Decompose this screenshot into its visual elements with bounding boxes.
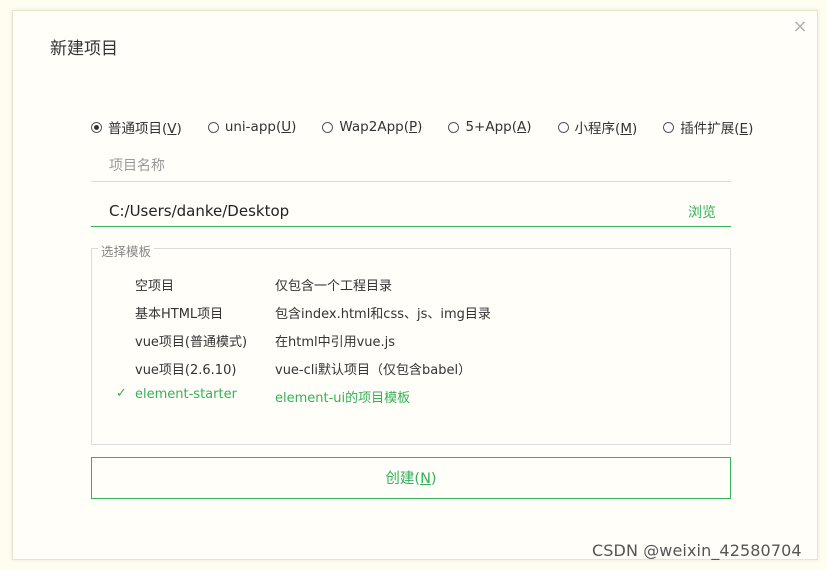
template-item-element-starter[interactable]: ✓ element-starter element-ui的项目模板: [92, 382, 730, 408]
radio-button-icon[interactable]: [557, 121, 569, 133]
radio-label: 5+App(A): [465, 119, 532, 135]
template-name: 基本HTML项目: [135, 307, 224, 322]
template-item-basic-html[interactable]: 基本HTML项目 包含index.html和css、js、img目录: [92, 298, 730, 324]
radio-wap2app[interactable]: Wap2App(P): [322, 119, 422, 135]
new-project-dialog: 新建项目 × 普通项目(V) uni-app(U) Wap2App(P) 5+A…: [12, 10, 818, 560]
template-desc: element-ui的项目模板: [275, 391, 411, 406]
radio-label: uni-app(U): [224, 119, 297, 135]
radio-label: 插件扩展(E): [680, 121, 754, 137]
radio-label: Wap2App(P): [339, 119, 423, 135]
create-button[interactable]: 创建(N): [91, 457, 731, 499]
template-name: 空项目: [135, 279, 175, 294]
radio-label: 小程序(M): [574, 121, 638, 137]
dialog-title: 新建项目: [50, 39, 118, 59]
radio-button-icon[interactable]: [322, 121, 334, 133]
template-selector: 选择模板 空项目 仅包含一个工程目录 基本HTML项目 包含index.html…: [91, 241, 731, 445]
radio-plugin-extension[interactable]: 插件扩展(E): [663, 117, 753, 137]
radio-button-icon[interactable]: [663, 121, 675, 133]
template-desc: 仅包含一个工程目录: [275, 279, 393, 294]
template-name: element-starter: [135, 387, 237, 402]
close-icon[interactable]: ×: [791, 18, 809, 36]
template-legend: 选择模板: [98, 241, 155, 260]
radio-normal-project[interactable]: 普通项目(V): [91, 117, 182, 137]
project-name-input[interactable]: [91, 151, 731, 182]
project-type-group: 普通项目(V) uni-app(U) Wap2App(P) 5+App(A) 小…: [91, 117, 753, 137]
template-item-empty[interactable]: 空项目 仅包含一个工程目录: [92, 270, 730, 296]
radio-button-icon[interactable]: [91, 121, 102, 133]
template-name: vue项目(普通模式): [135, 335, 248, 350]
template-desc: 在html中引用vue.js: [275, 335, 396, 350]
radio-mini-program[interactable]: 小程序(M): [557, 117, 638, 137]
watermark: CSDN @weixin_42580704: [592, 541, 802, 560]
radio-label: 普通项目(V): [108, 121, 182, 137]
template-item-vue-normal[interactable]: vue项目(普通模式) 在html中引用vue.js: [92, 326, 730, 352]
template-desc: 包含index.html和css、js、img目录: [275, 307, 491, 322]
template-item-vue-cli[interactable]: vue项目(2.6.10) vue-cli默认项目（仅包含babel）: [92, 354, 730, 380]
template-name: vue项目(2.6.10): [135, 363, 237, 378]
project-path-input[interactable]: [91, 196, 651, 226]
project-path-row: 浏览: [91, 196, 731, 227]
radio-5plus-app[interactable]: 5+App(A): [448, 119, 532, 135]
check-icon: ✓: [116, 386, 127, 401]
radio-uni-app[interactable]: uni-app(U): [207, 119, 297, 135]
template-desc: vue-cli默认项目（仅包含babel）: [275, 363, 472, 378]
radio-button-icon[interactable]: [448, 121, 460, 133]
browse-link[interactable]: 浏览: [688, 202, 716, 222]
radio-button-icon[interactable]: [207, 121, 219, 133]
